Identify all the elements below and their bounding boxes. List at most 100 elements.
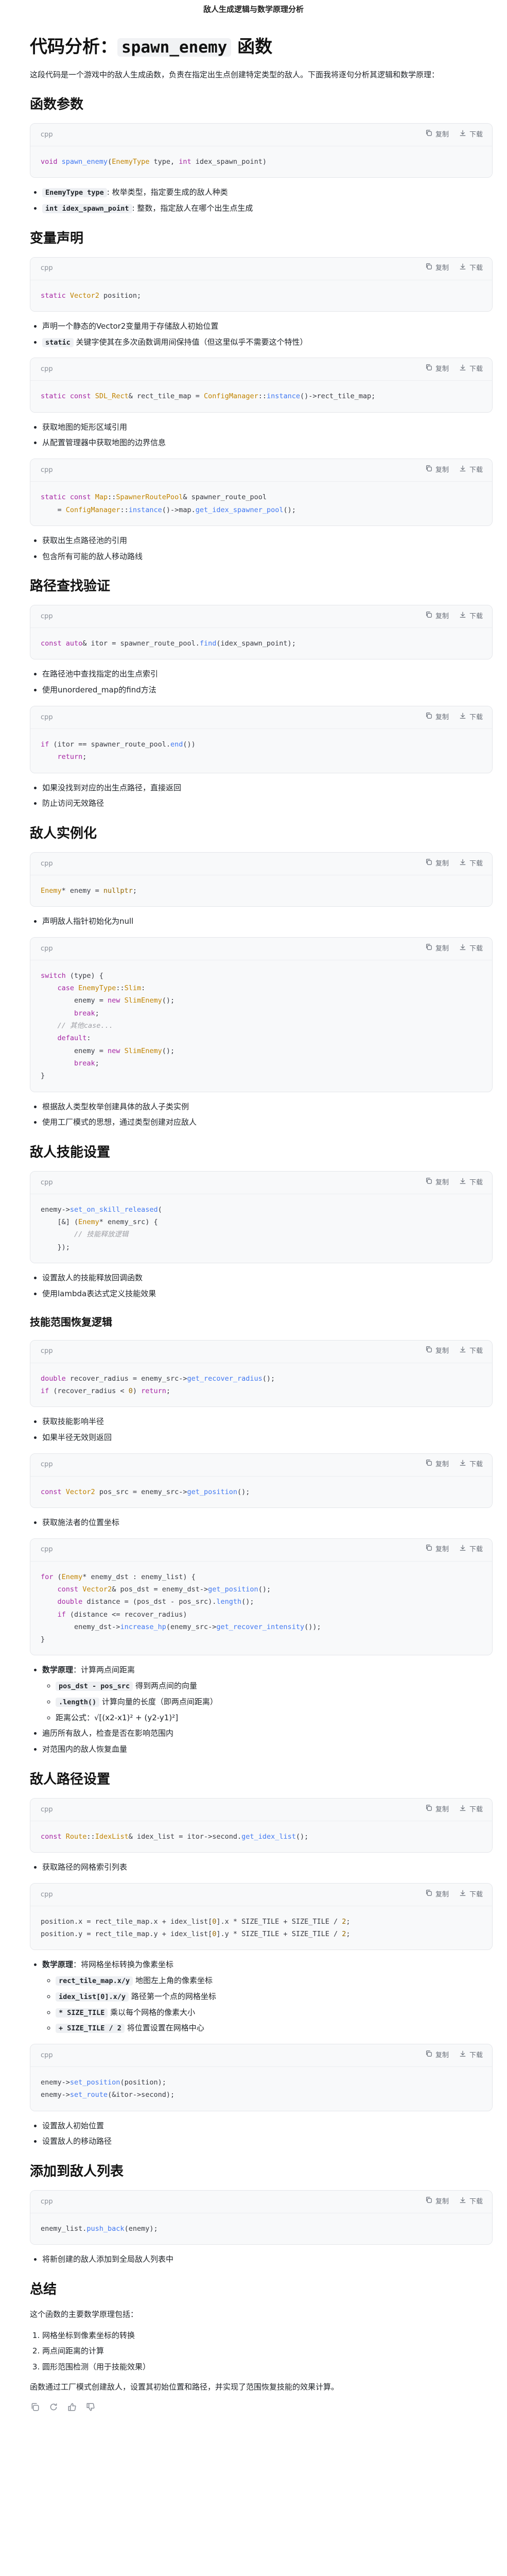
code-block-header: cpp 复制 下载 bbox=[30, 257, 492, 280]
download-icon bbox=[459, 2050, 466, 2061]
list-item: 设置敌人的技能释放回调函数 bbox=[42, 1272, 493, 1284]
code-line: position.y = rect_tile_map.y + idex_list… bbox=[41, 1930, 351, 1939]
list-item-text: 圆形范围检测（用于技能效果） bbox=[42, 2362, 151, 2372]
code-line: default: bbox=[57, 1034, 91, 1043]
bullet-list: 根据敌人类型枚举创建具体的敌人子类实例使用工厂模式的思想，通过类型创建对应敌人 bbox=[30, 1100, 493, 1129]
code-line: const Vector2& pos_dst = enemy_dst->get_… bbox=[57, 1585, 271, 1594]
list-item: 获取路径的网格索引列表 bbox=[42, 1861, 493, 1874]
code-actions: 复制 下载 bbox=[425, 712, 483, 723]
code-block: cpp 复制 下载 for (Enemy* enemy_dst : enemy_lis… bbox=[30, 1538, 493, 1656]
download-code-button[interactable]: 下载 bbox=[459, 1889, 483, 1900]
download-label: 下载 bbox=[469, 2051, 483, 2059]
copy-icon[interactable] bbox=[30, 2402, 40, 2412]
code-body: for (Enemy* enemy_dst : enemy_list) { co… bbox=[30, 1561, 492, 1655]
download-code-button[interactable]: 下载 bbox=[459, 1804, 483, 1815]
copy-code-button[interactable]: 复制 bbox=[425, 1804, 449, 1815]
code-line: void spawn_enemy(EnemyType type, int ide… bbox=[41, 158, 267, 166]
refresh-icon[interactable] bbox=[48, 2402, 59, 2412]
copy-code-button[interactable]: 复制 bbox=[425, 263, 449, 274]
bullet-list: 在路径池中查找指定的出生点索引使用unordered_map的find方法 bbox=[30, 668, 493, 697]
download-icon bbox=[459, 1889, 466, 1900]
copy-code-button[interactable]: 复制 bbox=[425, 1889, 449, 1900]
copy-code-button[interactable]: 复制 bbox=[425, 364, 449, 375]
download-code-button[interactable]: 下载 bbox=[459, 129, 483, 140]
inline-code: idex_list[0].x/y bbox=[56, 1992, 129, 2002]
bullet-list: 获取地图的矩形区域引用从配置管理器中获取地图的边界信息 bbox=[30, 421, 493, 450]
download-label: 下载 bbox=[469, 1805, 483, 1814]
copy-code-button[interactable]: 复制 bbox=[425, 611, 449, 622]
section-heading: 添加到敌人列表 bbox=[30, 2164, 124, 2180]
download-code-button[interactable]: 下载 bbox=[459, 1177, 483, 1188]
copy-code-button[interactable]: 复制 bbox=[425, 129, 449, 140]
download-code-button[interactable]: 下载 bbox=[459, 943, 483, 954]
code-line: enemy = new SlimEnemy(); bbox=[41, 1046, 175, 1055]
download-label: 下载 bbox=[469, 365, 483, 374]
list-item: 使用工厂模式的思想，通过类型创建对应敌人 bbox=[42, 1116, 493, 1129]
list-item: 防止访问无效路径 bbox=[42, 797, 493, 810]
subsection-heading: 技能范围恢复逻辑 bbox=[30, 1315, 112, 1328]
copy-code-button[interactable]: 复制 bbox=[425, 858, 449, 869]
intro-paragraph: 这段代码是一个游戏中的敌人生成函数，负责在指定出生点创建特定类型的敌人。下面我将… bbox=[30, 70, 440, 79]
code-line: Enemy* enemy = nullptr; bbox=[41, 886, 137, 895]
copy-code-button[interactable]: 复制 bbox=[425, 1346, 449, 1357]
download-code-button[interactable]: 下载 bbox=[459, 1459, 483, 1470]
copy-icon bbox=[425, 712, 432, 723]
download-code-button[interactable]: 下载 bbox=[459, 2196, 483, 2207]
list-item: 获取出生点路径池的引用 bbox=[42, 534, 493, 547]
list-item: 获取技能影响半径 bbox=[42, 1415, 493, 1428]
page-title: 代码分析： spawn_enemy 函数 bbox=[30, 36, 493, 58]
download-icon bbox=[459, 465, 466, 476]
copy-icon bbox=[425, 129, 432, 140]
download-code-button[interactable]: 下载 bbox=[459, 2050, 483, 2061]
list-item-text: 距离公式：√[(x2-x1)² + (y2-y1)²] bbox=[56, 1713, 179, 1722]
download-label: 下载 bbox=[469, 1178, 483, 1187]
copy-code-button[interactable]: 复制 bbox=[425, 1459, 449, 1470]
list-item: 遍历所有敌人，检查是否在影响范围内 bbox=[42, 1727, 493, 1740]
code-block-header: cpp 复制 下载 bbox=[30, 358, 492, 381]
inline-code: .length() bbox=[56, 1697, 100, 1707]
download-label: 下载 bbox=[469, 130, 483, 139]
list-item-text: 使用工厂模式的思想，通过类型创建对应敌人 bbox=[42, 1117, 197, 1127]
code-line: break; bbox=[74, 1059, 99, 1067]
section-heading: 路径查找验证 bbox=[30, 579, 111, 595]
bullet-list: 如果没找到对应的出生点路径，直接返回防止访问无效路径 bbox=[30, 782, 493, 810]
copy-icon bbox=[425, 364, 432, 375]
download-code-button[interactable]: 下载 bbox=[459, 263, 483, 274]
copy-code-button[interactable]: 复制 bbox=[425, 1177, 449, 1188]
copy-label: 复制 bbox=[435, 264, 449, 273]
download-code-button[interactable]: 下载 bbox=[459, 465, 483, 476]
download-code-button[interactable]: 下载 bbox=[459, 364, 483, 375]
code-block-header: cpp 复制 下载 bbox=[30, 1453, 492, 1477]
code-language-label: cpp bbox=[41, 1347, 53, 1355]
thumbs-down-icon[interactable] bbox=[85, 2402, 96, 2412]
copy-code-button[interactable]: 复制 bbox=[425, 1544, 449, 1555]
document-page: 敌人生成逻辑与数学原理分析 代码分析： spawn_enemy 函数 这段代码是一… bbox=[0, 0, 507, 2433]
copy-code-button[interactable]: 复制 bbox=[425, 2196, 449, 2207]
copy-code-button[interactable]: 复制 bbox=[425, 2050, 449, 2061]
copy-code-button[interactable]: 复制 bbox=[425, 712, 449, 723]
code-block-header: cpp 复制 下载 bbox=[30, 1798, 492, 1821]
download-code-button[interactable]: 下载 bbox=[459, 1544, 483, 1555]
code-body: switch (type) { case EnemyType::Slim: en… bbox=[30, 960, 492, 1092]
list-item-text: 从配置管理器中获取地图的边界信息 bbox=[42, 438, 166, 448]
copy-code-button[interactable]: 复制 bbox=[425, 465, 449, 476]
download-label: 下载 bbox=[469, 612, 483, 620]
download-code-button[interactable]: 下载 bbox=[459, 611, 483, 622]
download-code-button[interactable]: 下载 bbox=[459, 1346, 483, 1357]
copy-label: 复制 bbox=[435, 2051, 449, 2059]
list-item-text: 将位置设置在网格中心 bbox=[124, 2023, 204, 2033]
copy-code-button[interactable]: 复制 bbox=[425, 943, 449, 954]
section-heading: 函数参数 bbox=[30, 97, 84, 113]
download-code-button[interactable]: 下载 bbox=[459, 858, 483, 869]
copy-label: 复制 bbox=[435, 612, 449, 620]
code-language-label: cpp bbox=[41, 859, 53, 868]
copy-label: 复制 bbox=[435, 1805, 449, 1814]
thumbs-up-icon[interactable] bbox=[67, 2402, 77, 2412]
sections: 函数参数 cpp 复制 下载 void spawn_enemy(EnemyType ty… bbox=[30, 96, 493, 2393]
download-code-button[interactable]: 下载 bbox=[459, 712, 483, 723]
code-block: cpp 复制 下载 const Route::IdexList& idex_list … bbox=[30, 1798, 493, 1853]
code-line: enemy_list.push_back(enemy); bbox=[41, 2225, 158, 2233]
code-block: cpp 复制 下载 if (itor == spawner_route_pool.en… bbox=[30, 705, 493, 773]
paragraph: 函数通过工厂模式创建敌人，设置其初始位置和路径，并实现了范围恢复技能的效果计算。 bbox=[30, 2382, 339, 2392]
code-line: static const SDL_Rect& rect_tile_map = C… bbox=[41, 392, 376, 401]
